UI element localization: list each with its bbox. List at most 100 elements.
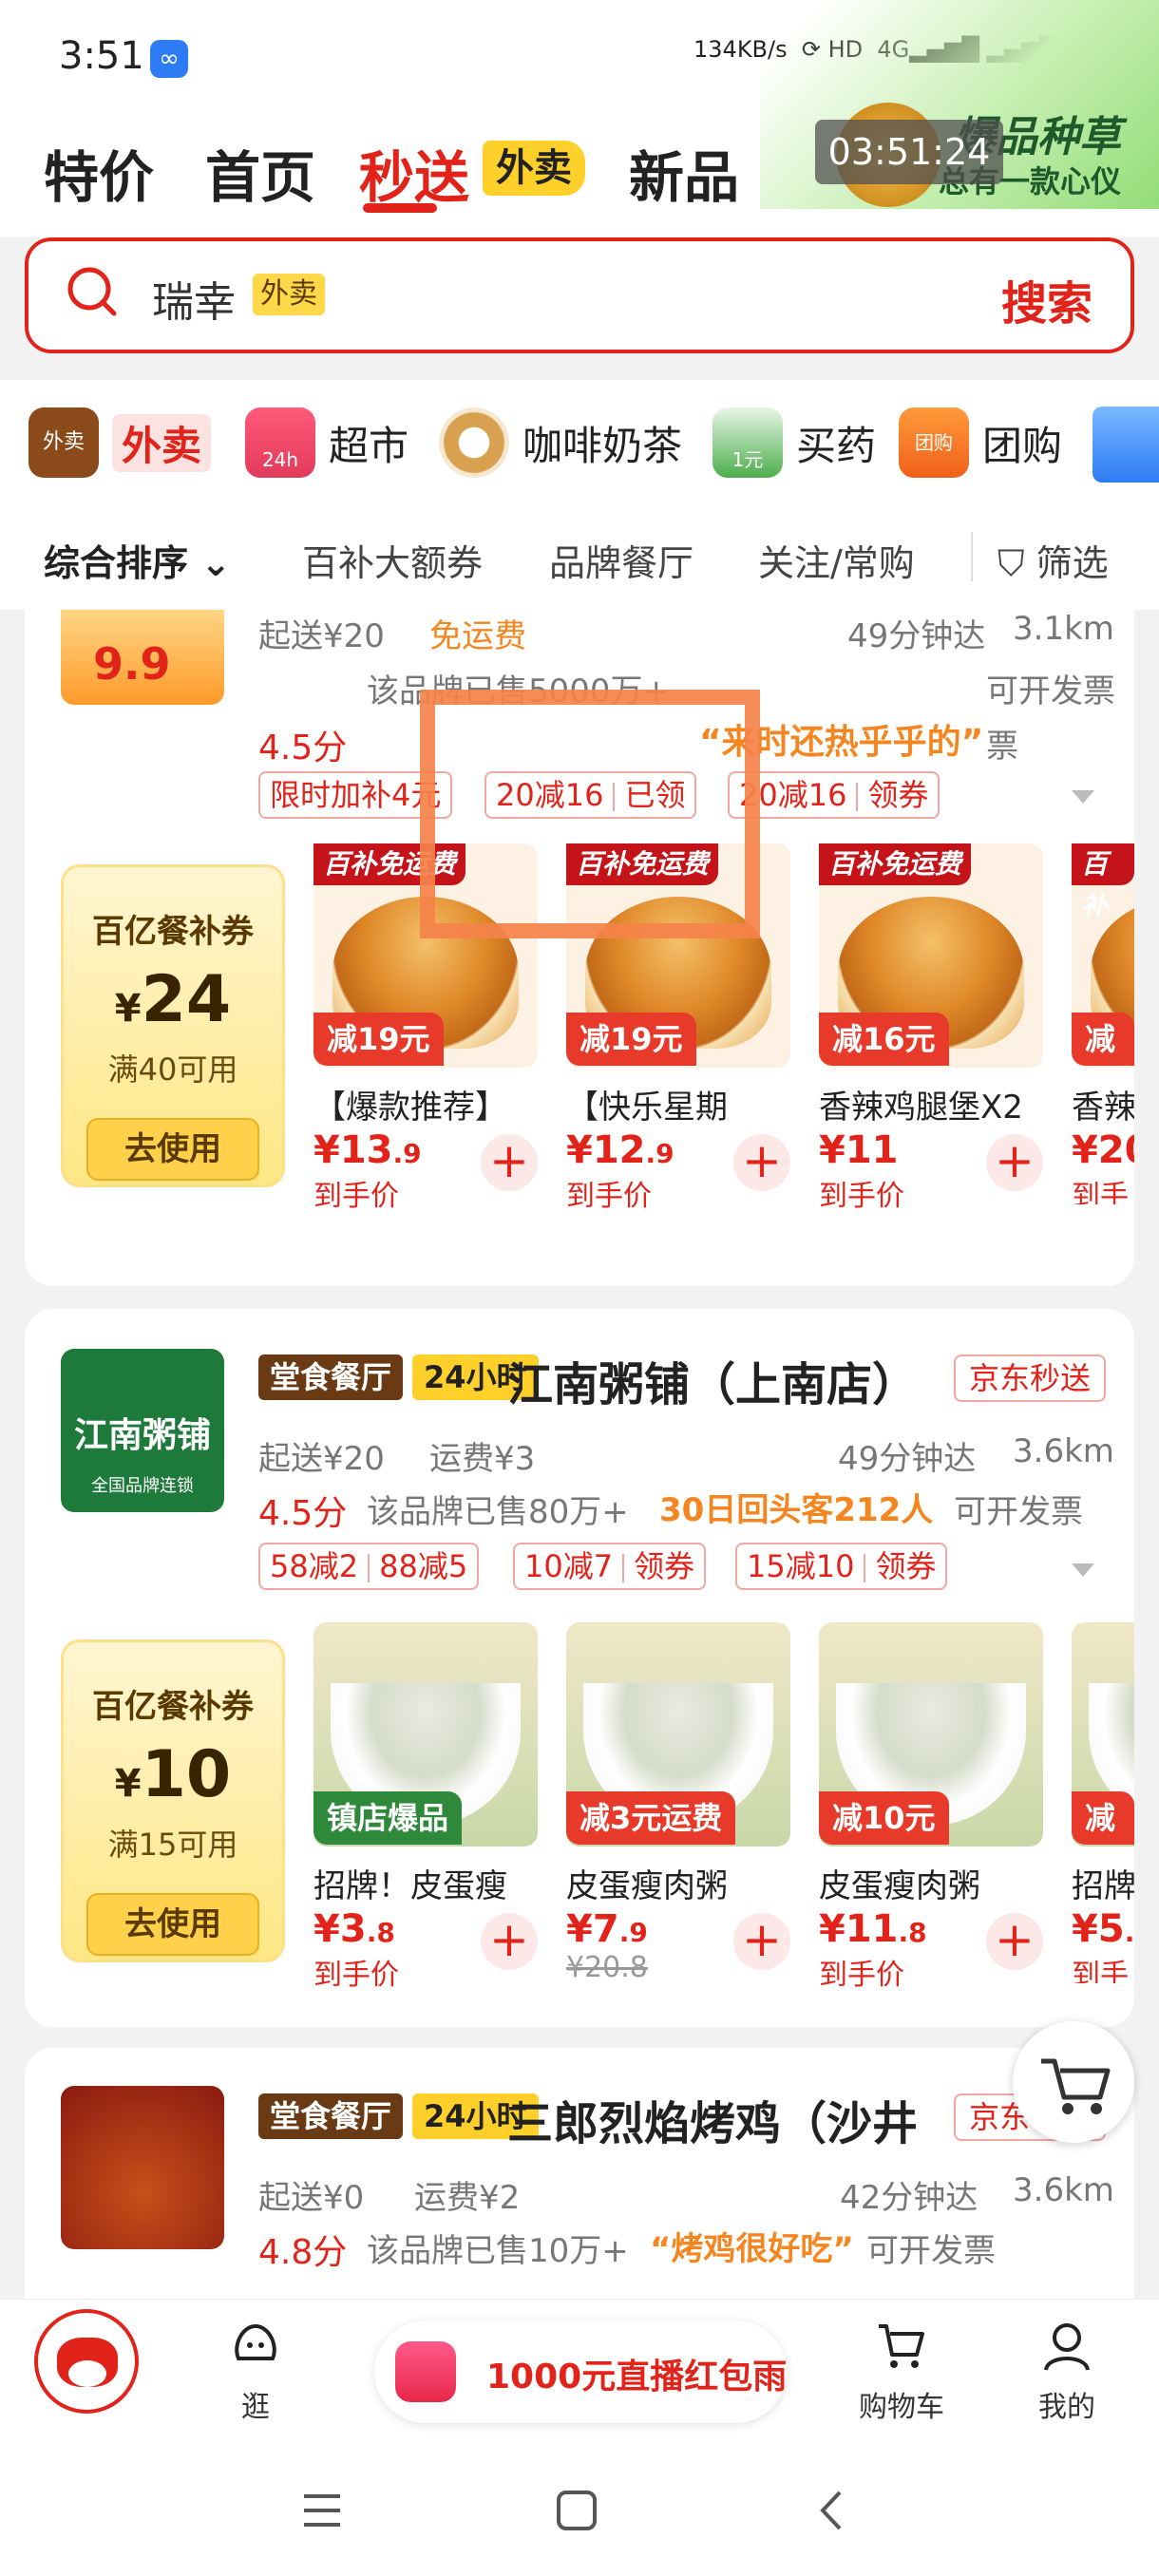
eta: 49分钟达 <box>847 617 986 655</box>
tab-instant-delivery[interactable]: 秒送 <box>359 133 469 213</box>
add-to-cart-button[interactable]: + <box>733 1913 790 1970</box>
bottom-nav: 逛 1000元直播红包雨 购物车 我的 <box>0 2299 1159 2447</box>
platform-tag: 京东秒送 <box>954 1354 1107 1402</box>
highlight-box <box>420 690 760 938</box>
price-label: 到手价 <box>566 1180 652 1213</box>
shop-card[interactable]: 江南粥铺 全国品牌连锁 堂食餐厅 24小时 江南粥铺（上南店） 京东秒送 起送¥… <box>25 1309 1134 2027</box>
sort-subsidy-coupon[interactable]: 百补大额券 <box>302 534 483 586</box>
product-price: ¥3.8 <box>314 1907 395 1951</box>
shop-logo-text: 江南粥铺 <box>73 1416 211 1455</box>
add-to-cart-button[interactable]: + <box>481 1134 538 1191</box>
sort-followed[interactable]: 关注/常购 <box>758 534 915 586</box>
min-order: 起送¥20 <box>258 1440 385 1478</box>
chevron-down-icon: ⌄ <box>200 542 232 584</box>
nav-browse[interactable]: 逛 <box>213 2317 298 2425</box>
product-name: 香辣 <box>1072 1089 1134 1127</box>
category-coffee-tea[interactable]: 咖啡奶茶 <box>439 395 682 490</box>
coupon-chip[interactable]: 10减7 领券 <box>513 1543 707 1590</box>
category-group-buy[interactable]: 团购 团购 <box>899 395 1062 490</box>
browse-icon <box>235 2323 276 2360</box>
search-icon <box>67 267 117 316</box>
menu-icon[interactable] <box>300 2489 344 2532</box>
price-label: 到手价 <box>819 1180 904 1213</box>
search-button[interactable]: 搜索 <box>1001 266 1092 332</box>
search-input[interactable]: 瑞幸 <box>152 268 236 329</box>
back-icon[interactable] <box>811 2489 855 2532</box>
live-label: 1000元直播红包雨 <box>486 2358 788 2396</box>
category-supermarket[interactable]: 24h 超市 <box>245 395 408 490</box>
category-label: 咖啡奶茶 <box>522 422 683 469</box>
chevron-down-icon[interactable] <box>1072 790 1094 804</box>
add-to-cart-button[interactable]: + <box>986 1913 1043 1970</box>
live-icon <box>395 2341 456 2402</box>
takeout-badge: 外卖 <box>483 141 585 196</box>
distance: 3.6km <box>1013 1432 1114 1470</box>
takeout-bag-icon: 外卖 <box>28 407 99 478</box>
category-row: 外卖 外卖 24h 超市 咖啡奶茶 1元 买药 团购 团购 <box>0 380 1159 503</box>
add-to-cart-button[interactable]: + <box>733 1134 790 1191</box>
live-red-packet-button[interactable]: 1000元直播红包雨 <box>374 2320 787 2423</box>
category-label: 超市 <box>329 422 409 469</box>
chevron-down-icon[interactable] <box>1072 1563 1094 1577</box>
discount-tag: 镇店爆品 <box>314 1791 463 1845</box>
sort-brand-restaurant[interactable]: 品牌餐厅 <box>549 534 694 586</box>
coffee-icon <box>439 407 509 478</box>
score: 4.8分 <box>258 2233 348 2272</box>
product-card[interactable]: 镇店爆品 招牌！皮蛋瘦 ¥3.8 到手价 + <box>314 1622 538 1992</box>
product-card[interactable]: 减3元运费 皮蛋瘦肉粥 ¥7.9 ¥20.8 + <box>566 1622 790 1984</box>
product-price: ¥11 <box>819 1128 899 1172</box>
sort-comprehensive[interactable]: 综合排序 ⌄ <box>44 534 231 586</box>
nav-cart[interactable]: 购物车 <box>849 2317 954 2425</box>
category-takeout[interactable]: 外卖 外卖 <box>28 395 212 490</box>
product-name: 香辣鸡腿堡X2 <box>819 1089 1023 1127</box>
shop-logo: 9.9 <box>61 610 224 705</box>
score: 4.5分 <box>258 729 348 767</box>
tab-special[interactable]: 特价 <box>44 133 154 213</box>
product-name: 【快乐星期 <box>566 1089 728 1127</box>
product-card[interactable]: 百补免运费 减16元 香辣鸡腿堡X2 ¥11 到手价 + <box>819 843 1043 1213</box>
tab-new[interactable]: 新品 <box>629 133 739 213</box>
sold-count: 该品牌已售80万+ <box>367 1493 629 1531</box>
shop-name[interactable]: 江南粥铺（上南店） <box>507 1347 918 1413</box>
use-voucher-button[interactable]: 去使用 <box>86 1893 259 1956</box>
use-voucher-button[interactable]: 去使用 <box>86 1118 259 1181</box>
category-label: 买药 <box>796 422 877 469</box>
eta: 42分钟达 <box>840 2179 978 2217</box>
tab-home[interactable]: 首页 <box>205 133 315 213</box>
product-name: 皮蛋瘦肉粥 <box>819 1867 980 1905</box>
shop-card[interactable]: 堂食餐厅 24小时 三郎烈焰烤鸡（沙井 京东秒送 起送¥0 运费¥2 42分钟达… <box>25 2048 1134 2299</box>
shop-logo: 江南粥铺 全国品牌连锁 <box>61 1349 224 1512</box>
delivery-fee: 运费¥3 <box>429 1440 536 1478</box>
add-to-cart-button[interactable]: + <box>986 1134 1043 1191</box>
product-name: 皮蛋瘦肉粥 <box>566 1867 728 1905</box>
product-card[interactable]: 百补 减1 香辣 ¥20 到手 <box>1072 843 1134 1204</box>
product-name: 招牌！皮蛋瘦 <box>314 1867 507 1905</box>
group-buy-icon: 团购 <box>899 407 969 478</box>
price-label: 到手 <box>1072 1959 1129 1983</box>
net-speed: 134 <box>694 36 737 63</box>
min-order: 起送¥20 <box>258 617 385 655</box>
add-to-cart-button[interactable]: + <box>481 1913 538 1970</box>
shop-logo-subtext: 全国品牌连锁 <box>91 1476 194 1496</box>
shop-name[interactable]: 三郎烈焰烤鸡（沙井 <box>507 2086 918 2152</box>
shop-logo <box>61 2086 224 2249</box>
category-medicine[interactable]: 1元 买药 <box>712 395 876 490</box>
nav-me[interactable]: 我的 <box>1024 2317 1110 2425</box>
more-category-icon[interactable] <box>1092 407 1159 483</box>
voucher-condition: 满15可用 <box>107 1827 238 1863</box>
product-name: 招牌 <box>1072 1867 1134 1905</box>
product-card[interactable]: 减1 招牌 ¥5.8 到手 <box>1072 1622 1134 1983</box>
home-icon[interactable] <box>555 2489 598 2532</box>
discount-tag: 减1 <box>1072 1791 1134 1889</box>
nav-label: 逛 <box>241 2391 270 2424</box>
jd-mascot-home-icon[interactable] <box>34 2309 139 2414</box>
floating-cart-button[interactable] <box>1013 2021 1134 2143</box>
search-bar[interactable]: 瑞幸 外卖 搜索 <box>25 237 1134 353</box>
product-card[interactable]: 减10元 皮蛋瘦肉粥 ¥11.8 到手价 + <box>819 1622 1043 1992</box>
filter-button[interactable]: ⛉ 筛选 <box>998 534 1109 586</box>
repeat-customers: 30日回头客212人 <box>659 1491 934 1529</box>
coupon-chip[interactable]: 58减2 88减5 <box>258 1543 480 1590</box>
product-price: ¥11.8 <box>819 1907 927 1951</box>
coupon-chip[interactable]: 15减10 领券 <box>735 1543 948 1590</box>
original-price: ¥20.8 <box>566 1951 648 1984</box>
